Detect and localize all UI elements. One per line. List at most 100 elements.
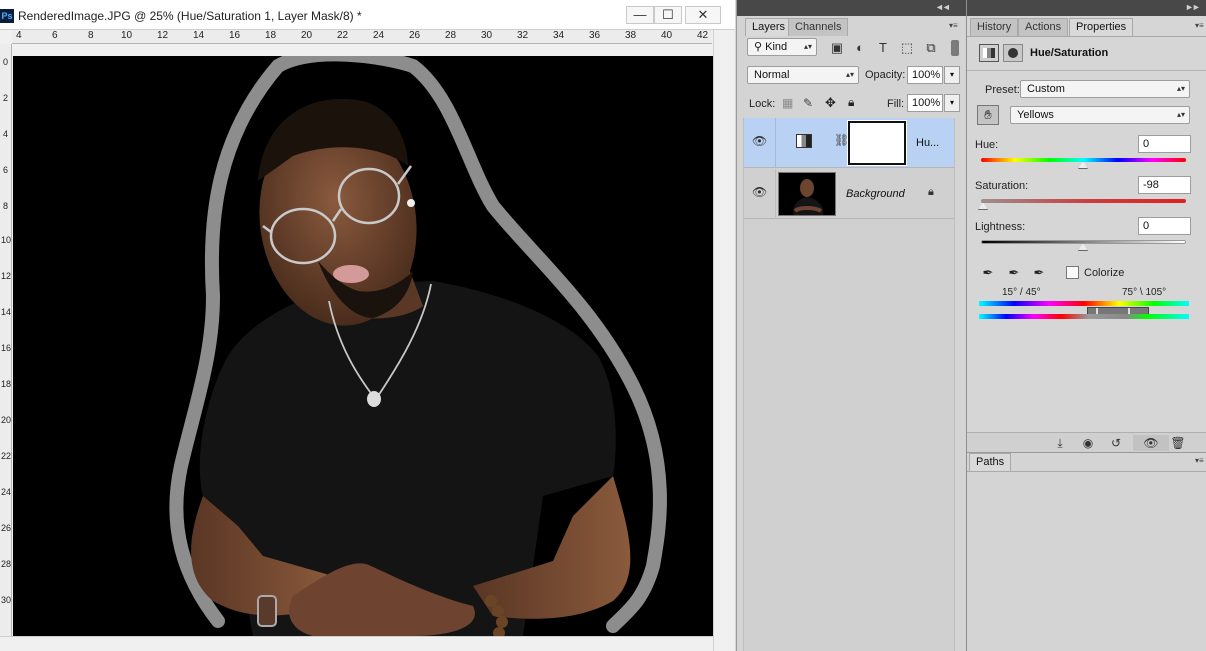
saturation-input[interactable]: -98	[1138, 176, 1191, 194]
saturation-slider-track[interactable]	[981, 199, 1186, 203]
hand-icon: ✋︎	[984, 107, 992, 122]
shape-filter-icon[interactable]: ⬚	[899, 40, 915, 56]
layers-panel-menu-icon[interactable]: ▾≡	[949, 21, 958, 30]
ruler-tick-label: 26	[1, 523, 12, 533]
tab-paths[interactable]: Paths	[969, 453, 1012, 471]
dropdown-arrow-icon: ▴▾	[1176, 84, 1185, 93]
saturation-slider-thumb[interactable]	[978, 202, 988, 210]
ruler-tick-label: 4	[2, 129, 8, 139]
layer-mask-thumbnail[interactable]	[847, 120, 907, 166]
image-filter-icon[interactable]: ▣	[829, 40, 845, 56]
ruler-tick-label: 36	[589, 30, 601, 41]
properties-panel-menu-icon[interactable]: ▾≡	[1195, 21, 1204, 30]
lightness-slider-thumb[interactable]	[1078, 243, 1088, 251]
delete-adjustment-icon[interactable]: 🗑︎	[1169, 435, 1187, 451]
horizontal-scrollbar[interactable]	[0, 636, 713, 651]
add-to-sample-eyedropper-icon[interactable]: ✒︎	[1005, 265, 1023, 281]
ruler-tick-label: 10	[121, 30, 133, 41]
lock-transparent-pixels-icon[interactable]: ▦	[782, 96, 793, 110]
toggle-visibility-icon[interactable]: 👁︎	[1133, 435, 1169, 451]
ruler-tick-label: 8	[88, 30, 94, 41]
close-button[interactable]: ✕	[685, 6, 721, 24]
opacity-slider-toggle[interactable]: ▾	[944, 66, 960, 84]
horizontal-ruler[interactable]: 4 6 8 10 12 14 16 18 20 22 24 26 28 30 3…	[12, 30, 712, 44]
blend-mode-value: Normal	[754, 69, 790, 81]
lightness-input[interactable]: 0	[1138, 217, 1191, 235]
mask-link-chain-icon[interactable]: ⛓︎	[834, 133, 849, 147]
subtract-from-sample-eyedropper-icon[interactable]: ✒︎	[1030, 265, 1048, 281]
blend-mode-select[interactable]: Normal ▴▾	[747, 66, 859, 84]
ruler-tick-label: 40	[661, 30, 673, 41]
background-layer-thumbnail[interactable]	[778, 172, 836, 216]
ruler-tick-label: 0	[2, 57, 8, 67]
lips-shape	[333, 265, 369, 283]
tab-actions[interactable]: Actions	[1018, 18, 1069, 36]
layer-row-hue-saturation[interactable]: 👁︎ ⛓︎ Hu...	[744, 118, 954, 168]
input-color-bar	[979, 301, 1189, 306]
layer-visibility-eye-icon[interactable]: 👁︎	[752, 134, 767, 148]
layers-panel-column: ◄◄ Layers Channels ▾≡ ⚲ Kind ▴▾ ▣ ◐ T ⬚ …	[736, 0, 967, 651]
adjustment-filter-icon[interactable]: ◐	[852, 40, 868, 56]
ruler-tick-label: 14	[1, 307, 12, 317]
eyedropper-icon[interactable]: ✒︎	[979, 265, 997, 281]
lock-image-pixels-icon[interactable]: ✎	[803, 96, 813, 110]
paths-panel-menu-icon[interactable]: ▾≡	[1195, 456, 1204, 465]
layer-kind-filter-select[interactable]: ⚲ Kind ▴▾	[747, 38, 817, 56]
lock-all-icon[interactable]: 🔒︎	[848, 95, 854, 110]
channel-select[interactable]: Yellows ▴▾	[1010, 106, 1190, 124]
fill-slider-toggle[interactable]: ▾	[944, 94, 960, 112]
clip-to-layer-icon[interactable]: ⤓	[1051, 435, 1069, 451]
maximize-button[interactable]: ☐	[654, 6, 682, 24]
ruler-tick-label: 6	[2, 165, 8, 175]
ruler-tick-label: 20	[1, 415, 12, 425]
smart-object-filter-icon[interactable]: ⧉	[923, 40, 939, 56]
layer-name[interactable]: Background	[846, 188, 905, 200]
ruler-tick-label: 8	[2, 201, 8, 211]
tab-channels[interactable]: Channels	[788, 18, 849, 36]
preset-select[interactable]: Custom ▴▾	[1020, 80, 1190, 98]
background-thumbnail-art	[793, 179, 824, 215]
photoshop-logo-icon: Ps	[0, 9, 14, 23]
opacity-input[interactable]: 100%	[907, 66, 943, 84]
lightness-label: Lightness:	[975, 221, 1026, 233]
fill-input[interactable]: 100%	[907, 94, 943, 112]
minimize-button[interactable]: —	[626, 6, 654, 24]
collapse-arrows-icon[interactable]: ◄◄	[935, 2, 951, 12]
view-previous-state-icon[interactable]: ◉	[1079, 435, 1097, 451]
layer-row-background[interactable]: 👁︎ Background 🔒︎	[744, 169, 954, 219]
search-icon: ⚲	[754, 41, 766, 53]
image-canvas[interactable]	[13, 56, 713, 636]
lock-position-icon[interactable]: ✥	[825, 95, 836, 111]
layers-panel-dock-bar[interactable]: ◄◄	[737, 0, 967, 16]
lightness-slider-track[interactable]	[981, 240, 1186, 244]
ruler-tick-label: 42	[697, 30, 709, 41]
targeted-adjustment-hand-button[interactable]: ✋︎	[977, 105, 999, 125]
tab-layers[interactable]: Layers	[745, 18, 793, 36]
ruler-tick-label: 30	[1, 595, 12, 605]
tab-history[interactable]: History	[970, 18, 1019, 36]
tab-properties[interactable]: Properties	[1069, 18, 1134, 36]
expand-arrows-icon[interactable]: ►►	[1185, 2, 1201, 12]
hue-slider-track[interactable]	[981, 158, 1186, 162]
layer-name[interactable]: Hu...	[916, 137, 939, 149]
layer-visibility-eye-icon[interactable]: 👁︎	[752, 185, 767, 199]
vertical-ruler[interactable]: 0 2 4 6 8 10 12 14 16 18 20 22 24 26 28 …	[0, 44, 12, 644]
hue-input[interactable]: 0	[1138, 135, 1191, 153]
mask-mode-button[interactable]	[1003, 44, 1023, 62]
document-title: RenderedImage.JPG @ 25% (Hue/Saturation …	[18, 9, 362, 23]
ruler-tick-label: 34	[553, 30, 565, 41]
necklace-pendant	[367, 391, 381, 407]
fill-label: Fill:	[887, 98, 905, 110]
ruler-tick-label: 18	[1, 379, 12, 389]
reset-icon[interactable]: ↺	[1107, 435, 1125, 451]
type-filter-icon[interactable]: T	[875, 40, 891, 56]
adjustment-mode-button[interactable]	[979, 44, 999, 62]
vertical-scrollbar[interactable]	[713, 30, 735, 651]
document-titlebar[interactable]: Ps RenderedImage.JPG @ 25% (Hue/Saturati…	[0, 0, 735, 30]
colorize-checkbox[interactable]	[1066, 266, 1079, 279]
hue-slider-thumb[interactable]	[1078, 161, 1088, 169]
paths-tab-divider	[967, 471, 1206, 472]
properties-panel-dock-bar[interactable]: ►►	[967, 0, 1206, 16]
filter-toggle-switch[interactable]	[951, 40, 959, 56]
mask-icon	[1008, 48, 1018, 58]
